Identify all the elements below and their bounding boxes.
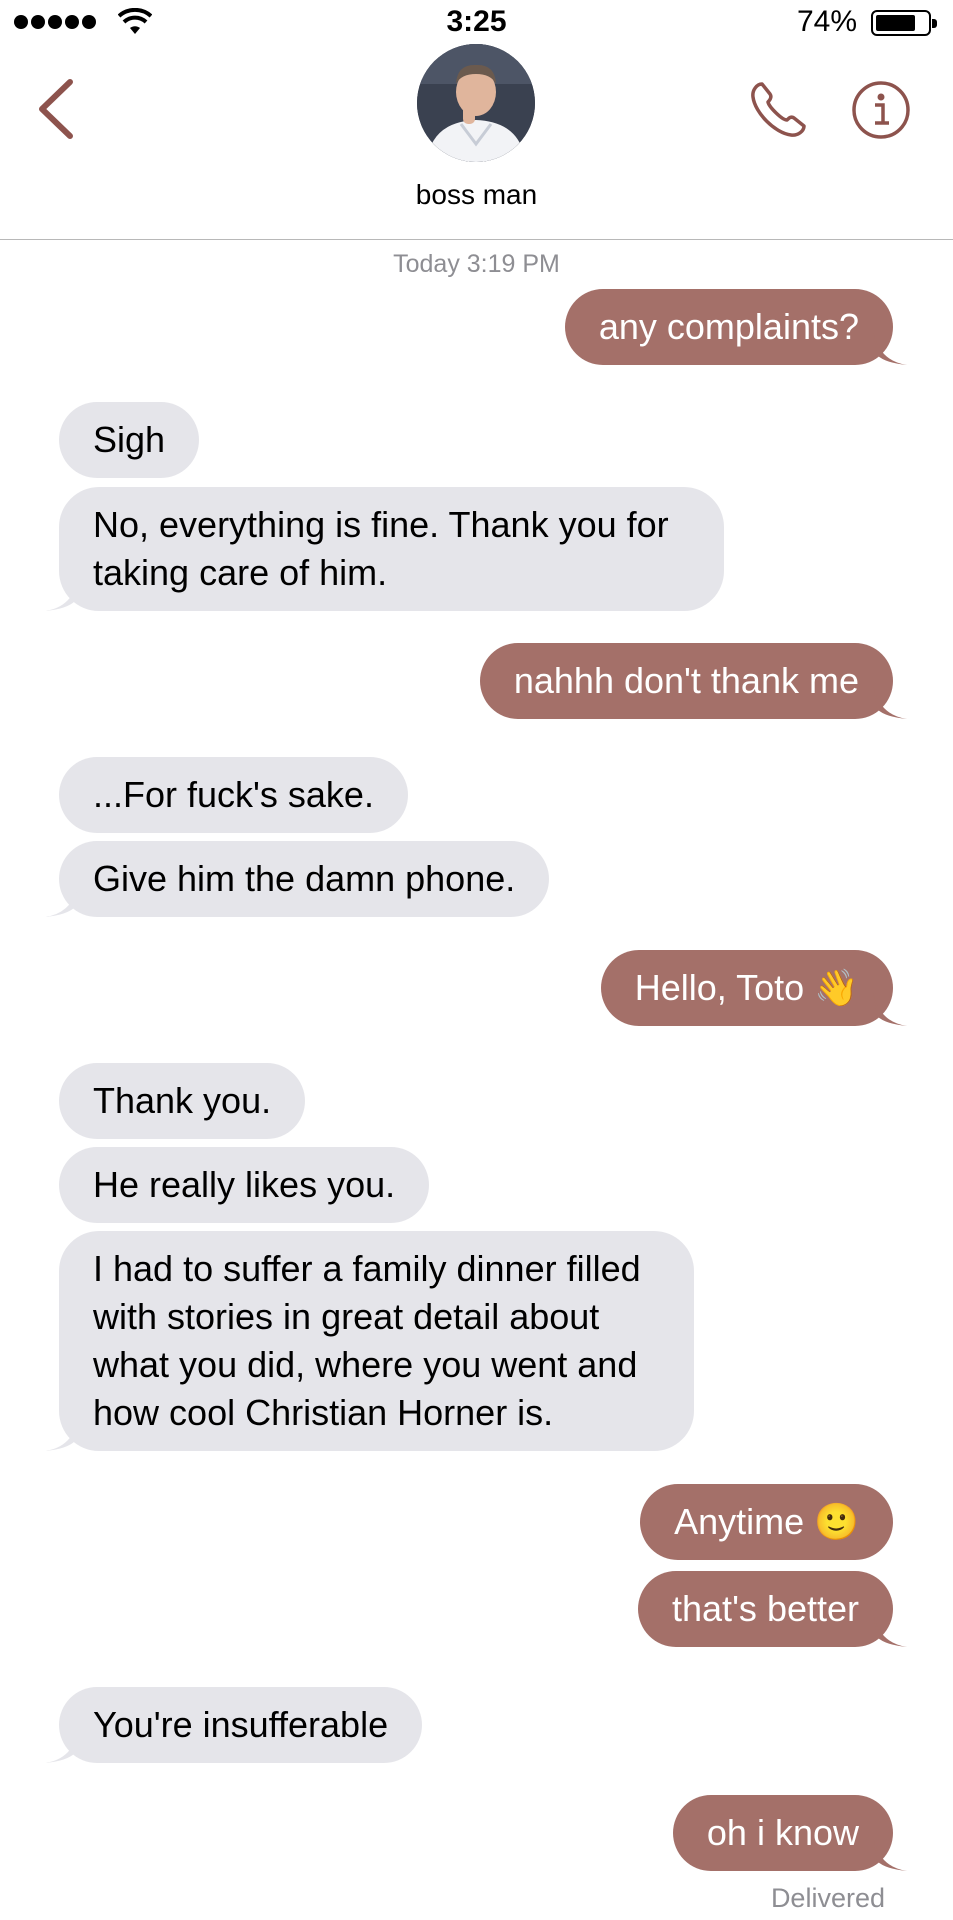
status-bar: 3:25 74% — [0, 0, 953, 44]
message-text: nahhh don't thank me — [513, 660, 859, 701]
received-message[interactable]: Thank you. — [59, 1063, 306, 1139]
message-text: Thank you. — [93, 1080, 272, 1121]
received-message[interactable]: Sigh — [59, 402, 200, 478]
delivery-status: Delivered — [770, 1883, 885, 1913]
sent-message[interactable]: Anytime 🙂 — [640, 1484, 893, 1560]
back-chevron-icon[interactable] — [34, 76, 78, 142]
sent-message[interactable]: nahhh don't thank me — [479, 643, 907, 719]
sent-message[interactable]: Hello, Toto 👋 — [600, 950, 907, 1026]
contact-avatar[interactable] — [417, 44, 535, 162]
info-icon[interactable] — [851, 80, 911, 140]
message-text: Give him the damn phone. — [93, 858, 516, 899]
message-text: that's better — [672, 1588, 859, 1629]
received-message[interactable]: You're insufferable — [45, 1687, 423, 1763]
received-message[interactable]: No, everything is fine. Thank you for ta… — [45, 487, 724, 611]
message-text: Anytime 🙂 — [674, 1501, 859, 1542]
message-text: You're insufferable — [93, 1704, 389, 1745]
phone-icon[interactable] — [748, 80, 808, 140]
message-text: He really likes you. — [93, 1164, 396, 1205]
sent-message[interactable]: that's better — [638, 1571, 907, 1647]
message-text: oh i know — [706, 1812, 859, 1853]
sent-message[interactable]: any complaints? — [564, 289, 907, 365]
battery-icon — [871, 10, 937, 36]
received-message[interactable]: He really likes you. — [59, 1147, 430, 1223]
sent-message[interactable]: oh i know — [672, 1795, 907, 1871]
message-text: Sigh — [93, 419, 166, 460]
message-text: I had to suffer a family dinner filled w… — [93, 1248, 641, 1433]
message-text: Hello, Toto 👋 — [634, 967, 859, 1008]
message-text: ...For fuck's sake. — [93, 774, 374, 815]
conversation-timestamp: Today 3:19 PM — [393, 250, 560, 278]
message-text: No, everything is fine. Thank you for ta… — [93, 504, 669, 593]
contact-name[interactable]: boss man — [0, 179, 953, 211]
received-message[interactable]: I had to suffer a family dinner filled w… — [45, 1231, 694, 1451]
message-text: any complaints? — [598, 306, 859, 347]
conversation-header: boss man — [0, 44, 953, 240]
received-message[interactable]: ...For fuck's sake. — [59, 757, 408, 833]
battery-percentage: 74% — [796, 5, 857, 38]
received-message[interactable]: Give him the damn phone. — [45, 841, 550, 917]
